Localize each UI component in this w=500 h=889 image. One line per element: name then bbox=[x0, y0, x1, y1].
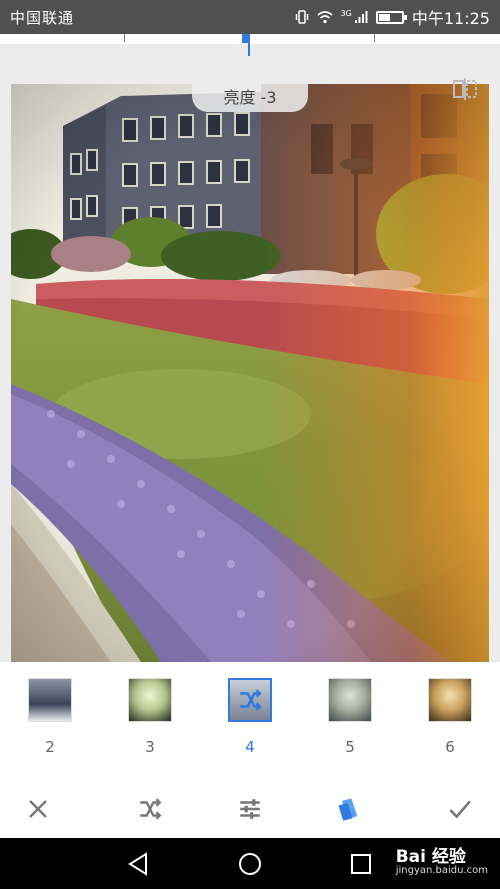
adjust-button[interactable] bbox=[233, 792, 267, 826]
clock: 中午11:25 bbox=[411, 9, 490, 28]
filter-thumbnail bbox=[128, 678, 172, 722]
filter-item-2[interactable]: 2 bbox=[26, 678, 74, 756]
watermark-url: jingyan.baidu.com bbox=[395, 865, 488, 876]
slider-thumb[interactable] bbox=[242, 34, 250, 43]
filter-number: 5 bbox=[345, 738, 355, 756]
shuffle-button[interactable] bbox=[133, 792, 167, 826]
close-icon bbox=[29, 800, 47, 818]
vibrate-icon bbox=[295, 10, 308, 24]
home-icon[interactable] bbox=[237, 851, 263, 877]
filter-item-3[interactable]: 3 bbox=[126, 678, 174, 756]
shuffle-icon bbox=[240, 689, 262, 711]
photo-editor-screen: 中国联通 3G 中午11:25 亮度 -3 2 3 4 5 6 Bai 经验 j… bbox=[0, 0, 500, 889]
wifi-icon bbox=[317, 11, 333, 24]
carrier-name: 中国联通 bbox=[10, 8, 75, 27]
network-type: 3G bbox=[340, 8, 352, 18]
brightness-value-label: 亮度 -3 bbox=[192, 84, 308, 112]
filter-number: 3 bbox=[145, 738, 155, 756]
filter-item-6[interactable]: 6 bbox=[426, 678, 474, 756]
tune-icon bbox=[240, 799, 260, 819]
photo-image bbox=[11, 84, 489, 662]
filter-number: 4 bbox=[245, 738, 255, 756]
compare-icon[interactable] bbox=[452, 76, 478, 102]
filter-thumbnail bbox=[228, 678, 272, 722]
battery-icon bbox=[375, 10, 407, 24]
signal-icon bbox=[354, 11, 368, 23]
shuffle-icon bbox=[140, 798, 162, 820]
brightness-slider[interactable] bbox=[0, 34, 500, 56]
filter-item-4[interactable]: 4 bbox=[226, 678, 274, 756]
photo-preview[interactable] bbox=[11, 84, 489, 662]
status-bar: 中国联通 3G 中午11:25 bbox=[0, 0, 500, 34]
style-icon bbox=[338, 798, 358, 821]
recents-icon[interactable] bbox=[348, 851, 374, 877]
filter-item-5[interactable]: 5 bbox=[326, 678, 374, 756]
filter-strip: 2 3 4 5 6 bbox=[0, 662, 500, 780]
status-icons: 3G 中午11:25 bbox=[295, 5, 490, 29]
apply-button[interactable] bbox=[443, 792, 477, 826]
filter-number: 6 bbox=[445, 738, 455, 756]
watermark: Bai 经验 jingyan.baidu.com bbox=[396, 842, 488, 876]
slider-tick bbox=[374, 34, 375, 42]
back-icon[interactable] bbox=[126, 851, 152, 877]
editor-toolbar bbox=[0, 780, 500, 838]
filter-thumbnail bbox=[428, 678, 472, 722]
filter-thumbnail bbox=[28, 678, 72, 722]
cancel-button[interactable] bbox=[21, 792, 55, 826]
watermark-brand: Bai 经验 bbox=[395, 847, 466, 867]
slider-tick bbox=[124, 34, 125, 42]
filter-number: 2 bbox=[45, 738, 55, 756]
filter-thumbnail bbox=[328, 678, 372, 722]
check-icon bbox=[449, 800, 471, 819]
style-button[interactable] bbox=[332, 792, 366, 826]
